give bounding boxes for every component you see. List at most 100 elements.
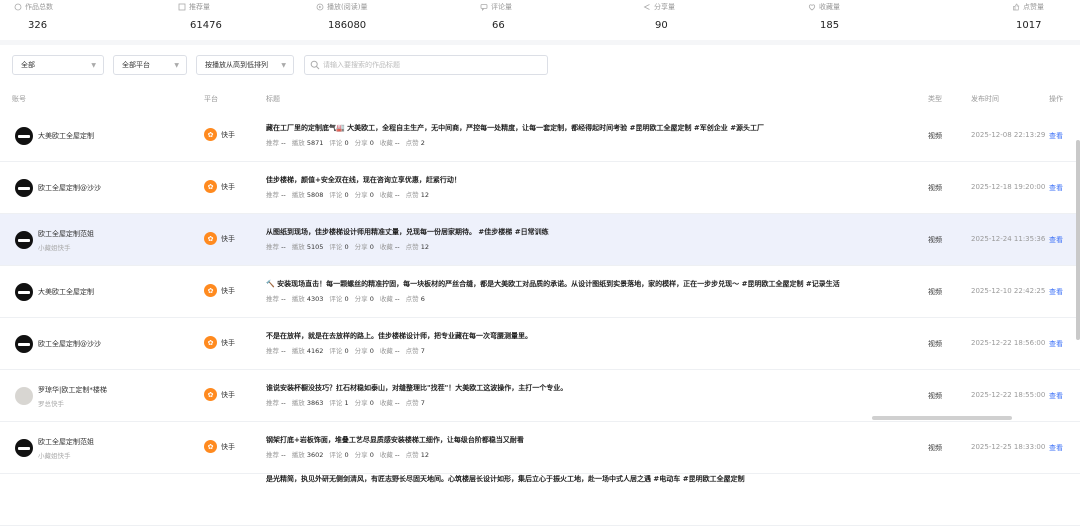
- table-row[interactable]: 大美欧工全屋定制 ✿ 快手 🔨 安装现场直击！每一颗螺丝的精准拧固，每一块板材的严丝合…: [0, 266, 1080, 318]
- metric-share-label: 分享: [354, 295, 368, 303]
- metric-share-label: 分享: [354, 399, 368, 407]
- chevron-down-icon: ▼: [281, 62, 286, 69]
- work-title[interactable]: 钢架打底+岩板饰面，堆叠工艺尽显质感安装楼梯工细作，让每级台阶都稳当又耐看: [266, 435, 906, 445]
- stats-bar: 作品总数 326 推荐量 61476 播放(阅读)量 186080 评论量 66 分享量 90 收藏…: [0, 0, 1080, 40]
- work-title[interactable]: 🔨 安装现场直击！每一颗螺丝的精准拧固，每一块板材的严丝合缝，都是大美欧工对品质…: [266, 279, 906, 289]
- metric-favorite-label: 收藏: [379, 191, 393, 199]
- metric-share-value: 0: [369, 191, 374, 199]
- metric-favorite-label: 收藏: [379, 347, 393, 355]
- stat-label: 点赞量: [1012, 2, 1044, 12]
- metric-share-value: 0: [369, 295, 374, 303]
- metric-like-label: 点赞: [405, 243, 419, 251]
- vertical-scrollbar[interactable]: [1076, 140, 1080, 340]
- stat-label-text: 分享量: [654, 3, 675, 11]
- metric-favorite-label: 收藏: [379, 139, 393, 147]
- platform-cell: ✿ 快手: [204, 128, 235, 141]
- metric-favorite-label: 收藏: [379, 399, 393, 407]
- table-row[interactable]: 欧工全屋定制@沙沙 ✿ 快手 佳步楼梯，颜值+安全双在线，现在咨询立享优惠，赶紧行动！…: [0, 162, 1080, 214]
- account-name: 罗琼华|欧工定制*楼梯: [38, 385, 107, 394]
- account-sub: 小藏姐快手: [38, 451, 71, 460]
- metric-favorite-label: 收藏: [379, 243, 393, 251]
- chevron-down-icon: ▼: [174, 62, 179, 69]
- metric-like-value: 12: [420, 451, 429, 459]
- work-metrics: 推荐 -- 播放 5871 评论 0 分享 0 收藏 -- 点赞 2: [266, 137, 425, 147]
- platform-name: 快手: [221, 442, 235, 451]
- view-link[interactable]: 查看: [1049, 339, 1063, 349]
- publish-time: 2025-12-18 19:20:00: [971, 183, 1046, 191]
- view-link[interactable]: 查看: [1049, 235, 1063, 245]
- platform-cell: ✿ 快手: [204, 388, 235, 401]
- metric-like-value: 12: [420, 191, 429, 199]
- metric-recommend-label: 推荐: [266, 295, 279, 303]
- metric-recommend-value: --: [281, 295, 286, 303]
- metric-recommend-value: --: [281, 139, 286, 147]
- kuaishou-icon: ✿: [204, 128, 217, 141]
- metric-play-label: 播放: [291, 191, 305, 199]
- metric-favorite-value: --: [394, 243, 400, 251]
- chevron-down-icon: ▼: [91, 62, 96, 69]
- metric-favorite-value: --: [394, 399, 400, 407]
- sort-select-value: 按播放从高到低排列: [205, 61, 268, 69]
- metric-share-label: 分享: [354, 451, 368, 459]
- work-metrics: 推荐 -- 播放 4162 评论 0 分享 0 收藏 -- 点赞 7: [266, 345, 425, 355]
- table-row[interactable]: 大美欧工全屋定制 ✿ 快手 藏在工厂里的定制底气🏭 大美欧工，全程自主生产，无中间商，…: [0, 110, 1080, 162]
- platform-name: 快手: [221, 130, 235, 139]
- comment-icon: [480, 4, 488, 11]
- kuaishou-icon: ✿: [204, 284, 217, 297]
- metric-like-label: 点赞: [405, 451, 419, 459]
- metric-play-label: 播放: [291, 243, 305, 251]
- horizontal-scrollbar[interactable]: [872, 416, 1012, 420]
- work-title[interactable]: 不是在放样，就是在去放样的路上。佳步楼梯设计师，把专业藏在每一次弯腰测量里。: [266, 331, 906, 341]
- work-title[interactable]: 从图纸到现场，佳步楼梯设计师用精准丈量，兑现每一份居家期待。 #佳步楼梯 #日常…: [266, 227, 906, 237]
- work-title[interactable]: 佳步楼梯，颜值+安全双在线，现在咨询立享优惠，赶紧行动！: [266, 175, 906, 185]
- platform-cell: ✿ 快手: [204, 440, 235, 453]
- metric-comment-value: 0: [344, 243, 349, 251]
- account-sub: 罗总快手: [38, 399, 64, 408]
- column-title: 标题: [266, 95, 280, 103]
- stat-label-text: 点赞量: [1023, 3, 1044, 11]
- publish-time: 2025-12-25 18:33:00: [971, 443, 1046, 451]
- metric-favorite-label: 收藏: [379, 295, 393, 303]
- platform-name: 快手: [221, 286, 235, 295]
- metric-comment-value: 0: [344, 139, 349, 147]
- recommend-icon: [178, 3, 186, 11]
- metric-comment-label: 评论: [329, 347, 343, 355]
- view-link[interactable]: 查看: [1049, 391, 1063, 401]
- sort-select[interactable]: 按播放从高到低排列 ▼: [196, 55, 294, 75]
- table-row[interactable]: 欧工全屋定制范姐 小藏姐快手 ✿ 快手 钢架打底+岩板饰面，堆叠工艺尽显质感安装楼梯工细…: [0, 422, 1080, 474]
- stat-label-text: 评论量: [491, 3, 512, 11]
- work-metrics: 推荐 -- 播放 4303 评论 0 分享 0 收藏 -- 点赞 6: [266, 293, 425, 303]
- work-title[interactable]: 藏在工厂里的定制底气🏭 大美欧工，全程自主生产，无中间商，严控每一处精度，让每一…: [266, 123, 906, 133]
- work-type: 视频: [928, 444, 942, 452]
- view-link[interactable]: 查看: [1049, 287, 1063, 297]
- favorite-icon: [808, 4, 816, 11]
- view-link[interactable]: 查看: [1049, 131, 1063, 141]
- table-row[interactable]: 欧工全屋定制范姐 小藏姐快手 ✿ 快手 从图纸到现场，佳步楼梯设计师用精准丈量，兑现每一…: [0, 214, 1080, 266]
- scope-select[interactable]: 全部 ▼: [12, 55, 104, 75]
- search-input[interactable]: 请输入要搜索的作品标题: [304, 55, 548, 75]
- account-name: 大美欧工全屋定制: [38, 132, 94, 140]
- metric-like-value: 7: [420, 347, 425, 355]
- metric-recommend-label: 推荐: [266, 399, 279, 407]
- table-row[interactable]: 罗琼华|欧工定制*楼梯 罗总快手 ✿ 快手 谁说安装杯橱没技巧？扛石材稳如泰山，对缝整理…: [0, 370, 1080, 422]
- platform-select[interactable]: 全部平台 ▼: [113, 55, 187, 75]
- publish-time: 2025-12-08 22:13:29: [971, 131, 1046, 139]
- publish-time: 2025-12-22 18:55:00: [971, 391, 1046, 399]
- metric-recommend-label: 推荐: [266, 139, 279, 147]
- publish-time: 2025-12-10 22:42:25: [971, 287, 1046, 295]
- metric-comment-label: 评论: [329, 451, 343, 459]
- publish-time: 2025-12-22 18:56:00: [971, 339, 1046, 347]
- avatar: [15, 283, 33, 301]
- stat-value: 66: [492, 20, 505, 31]
- work-title[interactable]: 是光精简，执见外研无侧剑清风，有匠志野长尽固天地间。心筑楼层长设计如形，集后立心…: [266, 474, 906, 484]
- metric-share-value: 0: [369, 451, 374, 459]
- view-link[interactable]: 查看: [1049, 443, 1063, 453]
- table-row[interactable]: 欧工全屋定制@沙沙 ✿ 快手 不是在放样，就是在去放样的路上。佳步楼梯设计师，把专业藏…: [0, 318, 1080, 370]
- table-row[interactable]: 是光精简，执见外研无侧剑清风，有匠志野长尽固天地间。心筑楼层长设计如形，集后立心…: [0, 474, 1080, 526]
- work-title[interactable]: 谁说安装杯橱没技巧？扛石材稳如泰山，对缝整理比"找茬"！大美欧工这波操作，主打一…: [266, 383, 906, 393]
- work-metrics: 推荐 -- 播放 3863 评论 1 分享 0 收藏 -- 点赞 7: [266, 397, 425, 407]
- metric-share-label: 分享: [354, 191, 368, 199]
- stat-value: 186080: [328, 20, 367, 31]
- view-link[interactable]: 查看: [1049, 183, 1063, 193]
- account-cell: 大美欧工全屋定制: [38, 110, 94, 162]
